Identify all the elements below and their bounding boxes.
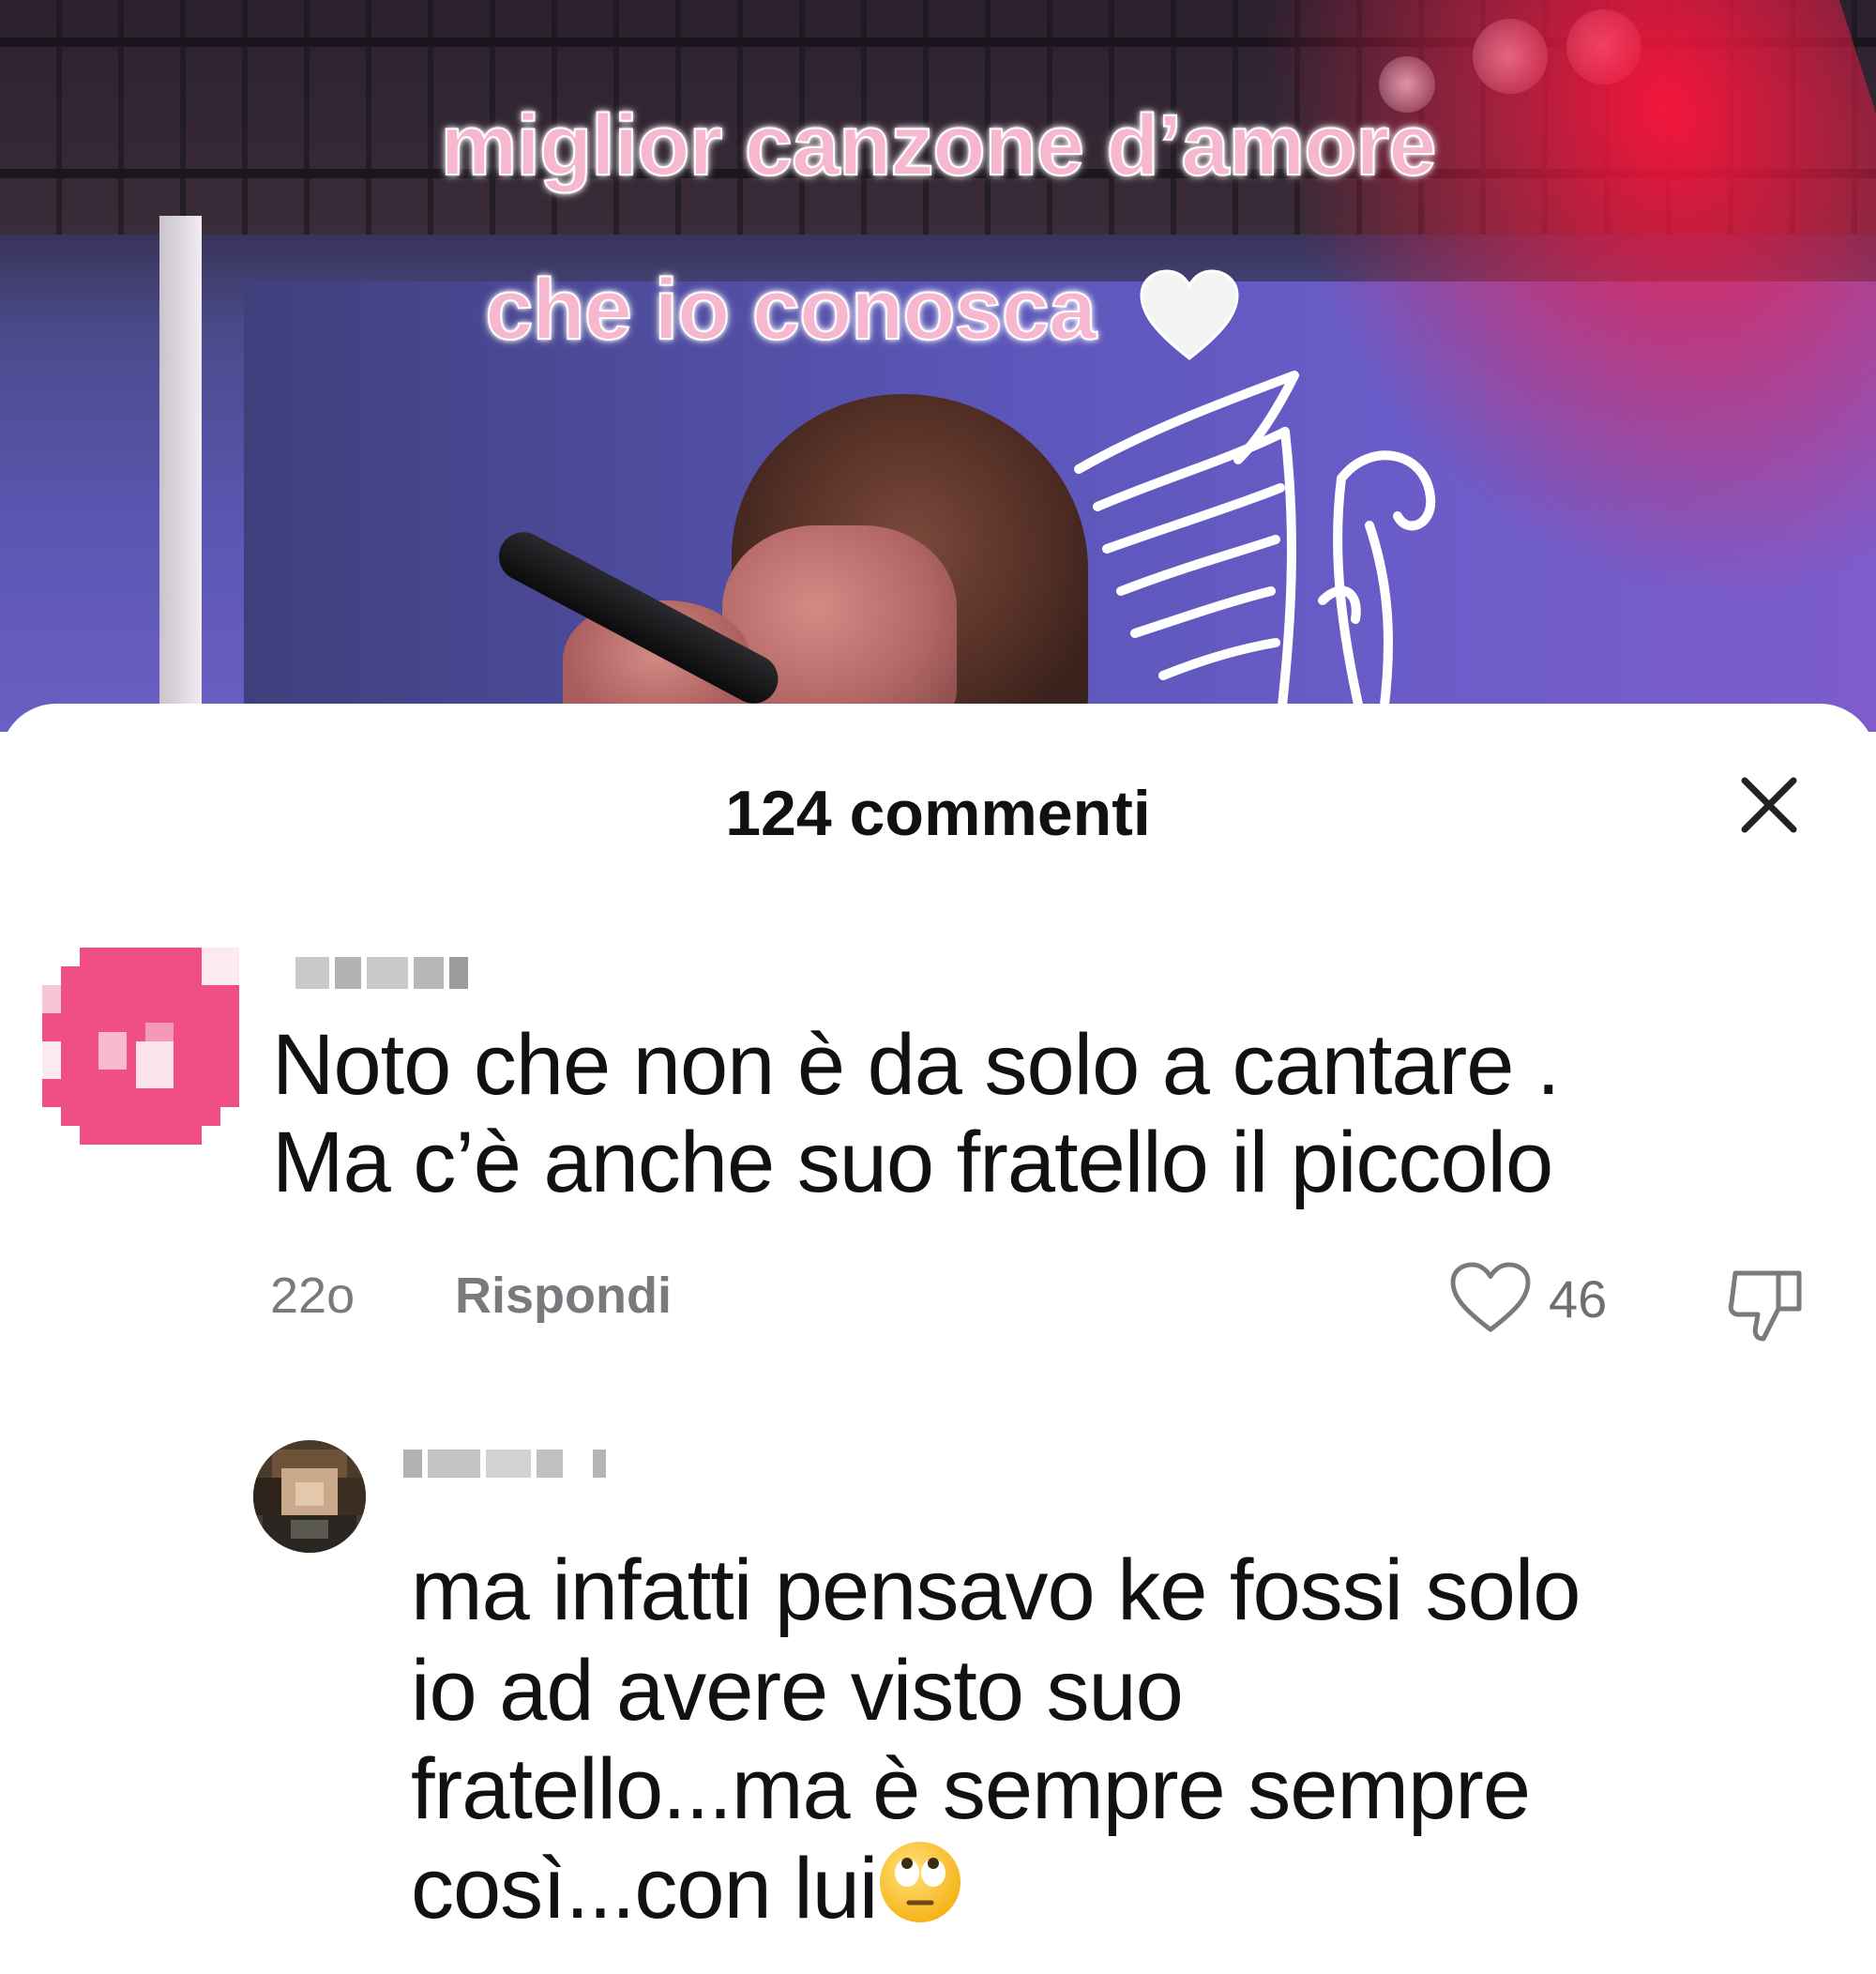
- comment-text-line: fratello...ma è sempre sempre: [411, 1741, 1531, 1837]
- like-button[interactable]: 46: [1449, 1262, 1607, 1335]
- comment-text-line: io ad avere visto suo: [411, 1643, 1184, 1739]
- username-redacted[interactable]: [295, 957, 468, 989]
- comments-count-title: 124 commenti: [725, 778, 1151, 849]
- video-caption-line2-text: che io conosca: [484, 261, 1097, 358]
- white-heart-icon: [1140, 269, 1239, 360]
- avatar[interactable]: [253, 1440, 366, 1553]
- comment-text-line: Ma c’è anche suo fratello il piccolo: [272, 1115, 1553, 1210]
- eye-roll-emoji-icon: [880, 1842, 961, 1922]
- angel-wings-graphic: [1074, 371, 1436, 727]
- video-caption-line2: che io conosca: [0, 258, 1801, 363]
- close-icon[interactable]: [1735, 771, 1803, 839]
- screen: miglior canzone d’amore che io conosca 1…: [0, 0, 1876, 1974]
- comments-panel: 124 commenti Noto che non è da solo a ca…: [0, 704, 1876, 1974]
- thumbs-down-icon[interactable]: [1726, 1262, 1808, 1344]
- username-redacted[interactable]: [403, 1450, 606, 1478]
- heart-outline-icon: [1450, 1262, 1531, 1332]
- comment-text-line: ma infatti pensavo ke fossi solo: [411, 1542, 1581, 1638]
- comment-text-line: così...con lui: [411, 1841, 878, 1936]
- like-count: 46: [1549, 1268, 1608, 1329]
- comment-text-last-line: così...con lui: [411, 1839, 963, 1937]
- comment-text-line: Noto che non è da solo a cantare .: [272, 1017, 1561, 1113]
- comment-timestamp: 22o: [270, 1268, 356, 1324]
- video-player[interactable]: miglior canzone d’amore che io conosca: [0, 0, 1876, 732]
- avatar[interactable]: [42, 948, 239, 1145]
- reply-button[interactable]: Rispondi: [455, 1267, 672, 1325]
- video-caption-line1: miglior canzone d’amore: [440, 97, 1438, 194]
